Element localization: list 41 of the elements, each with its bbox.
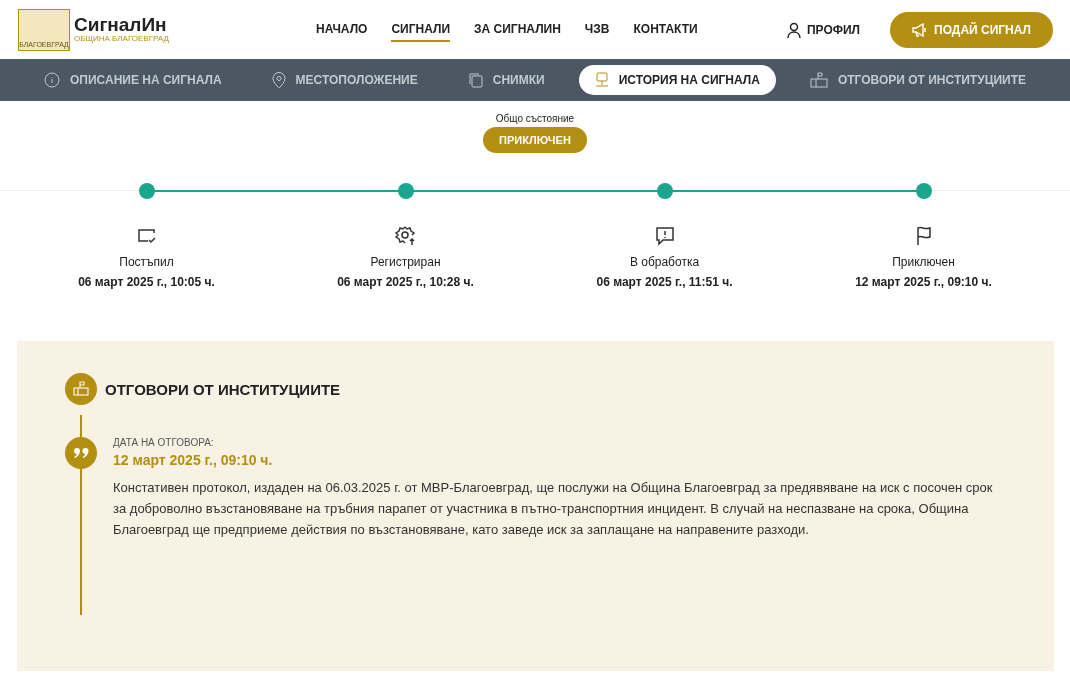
step-label: В обработка [629,255,700,269]
step-date: 06 март 2025 г., 10:05 ч. [78,275,215,289]
section-tab[interactable]: ИСТОРИЯ НА СИГНАЛА [578,65,776,95]
logo-title: СигналИн [74,15,168,35]
status-label: Общо състояние [495,113,575,124]
status-badge: ПРИКЛЮЧЕН [483,127,587,153]
section-tab[interactable]: МЕСТОПОЛОЖЕНИЕ [255,65,434,95]
section-tab[interactable]: ОПИСАНИЕ НА СИГНАЛА [28,65,238,95]
date-label: ДАТА НА ОТГОВОРА: [113,437,215,448]
gear-arrow-icon [394,225,417,247]
response-date: 12 март 2025 г., 09:10 ч. [113,452,274,468]
message-alert-icon [653,225,676,247]
timeline-dot [656,183,673,199]
response-text: Констативен протокол, издаден на 06.03.2025 г. от МВР-Благоевград, ще послужи на Община Благоевград за предявяване на иск с посочен срок за доброволно възстановяване на тръбния парапет от участника в пътно-транспортния инцидент. В случай на неспазване на срока, Община Благоевград ще предприеме действия по възстановяване, като заведе иск за заплащане на направените разходи. [113,479,994,539]
timeline-dot [397,183,414,199]
timeline-dot [915,183,932,199]
panel-title: ОТГОВОРИ ОТ ИНСТИТУЦИИТЕ [105,380,341,398]
step-date: 12 март 2025 г., 09:10 ч. [855,275,992,289]
location-pin-icon [271,71,286,89]
nav-link[interactable]: КОНТАКТИ [633,17,698,42]
copy-icon [467,72,483,88]
step-label: Приключен [892,255,955,269]
nav-link[interactable]: НАЧАЛО [316,17,368,42]
step-label: Постъпил [119,255,174,269]
user-icon [786,21,801,38]
monitor-icon [594,72,609,88]
section-tab[interactable]: СНИМКИ [451,65,561,95]
nav-link[interactable]: ЧЗВ [584,17,610,42]
nav-link[interactable]: СИГНАЛИ [391,17,451,42]
megaphone-icon [912,22,929,37]
section-tab[interactable]: ОТГОВОРИ ОТ ИНСТИТУЦИИТЕ [793,65,1042,95]
mailbox-icon [809,72,828,88]
step-date: 06 март 2025 г., 11:51 ч. [596,275,733,289]
logo-subtitle: ОБЩИНА БЛАГОЕВГРАД [74,34,169,44]
nav-link[interactable]: ЗА СИГНАЛИН [474,17,561,42]
mailbox-icon [65,373,97,405]
timeline-dot [138,183,155,199]
info-icon [44,72,60,88]
step-label: Регистриран [370,255,441,269]
profile-link[interactable]: ПРОФИЛ [786,21,861,38]
step-date: 06 март 2025 г., 10:28 ч. [337,275,474,289]
